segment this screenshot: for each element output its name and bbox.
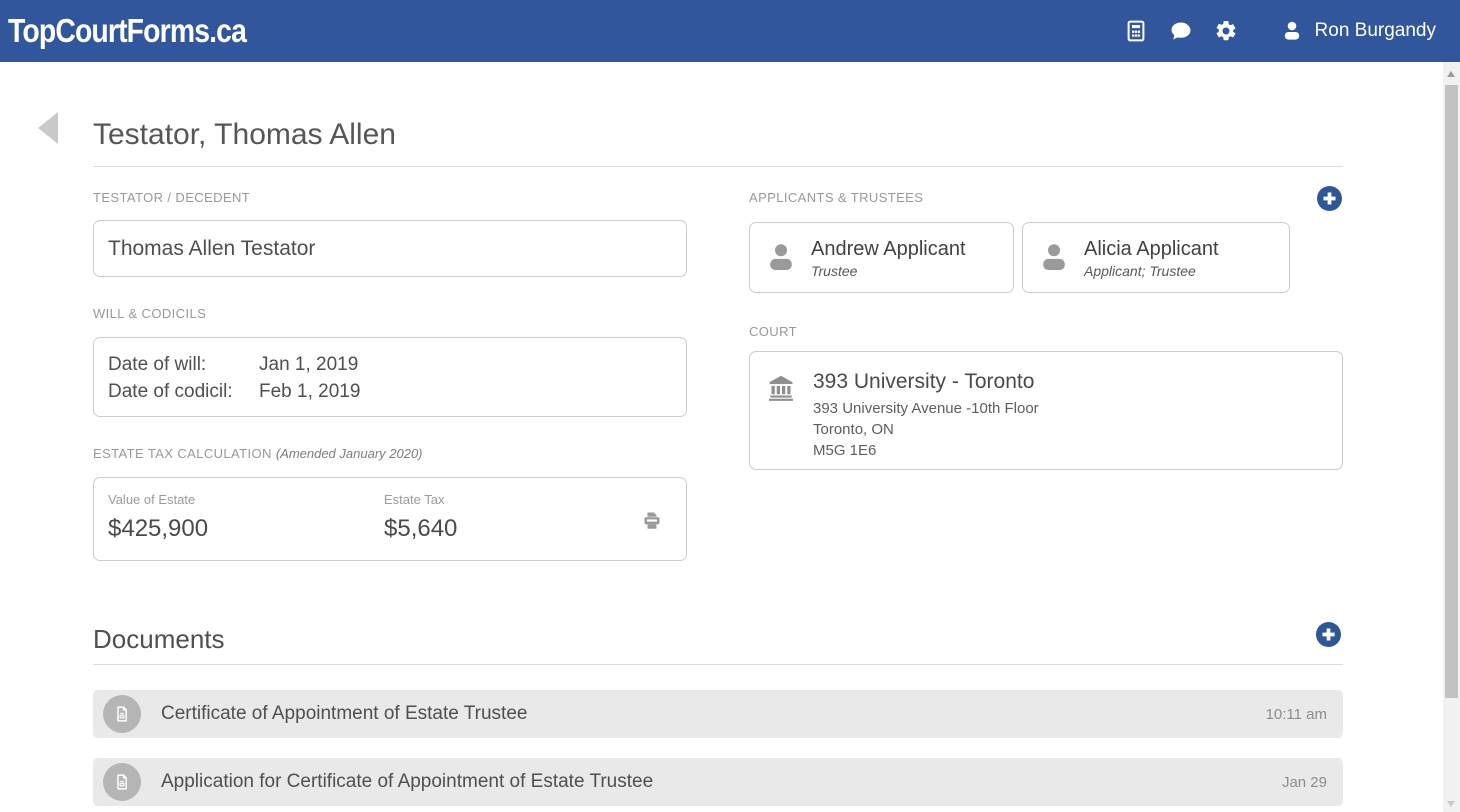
value-of-estate-amount: $425,900: [108, 515, 208, 543]
header-actions: Ron Burgandy: [1103, 19, 1436, 43]
testator-name-field[interactable]: Thomas Allen Testator: [93, 220, 687, 277]
user-name: Ron Burgandy: [1315, 20, 1436, 42]
court-address: 393 University Avenue -10th Floor Toront…: [813, 398, 1039, 461]
will-codicils-card[interactable]: Date of will: Jan 1, 2019 Date of codici…: [93, 337, 687, 417]
testator-section-label: TESTATOR / DECEDENT: [93, 190, 250, 205]
court-address-line1: 393 University Avenue -10th Floor: [813, 398, 1039, 419]
will-date-value: Jan 1, 2019: [259, 351, 358, 378]
document-row-application[interactable]: Application for Certificate of Appointme…: [93, 758, 1343, 806]
documents-title-underline: Documents: [93, 624, 1343, 665]
estate-tax-section-label: ESTATE TAX CALCULATION (Amended January …: [93, 446, 423, 461]
chat-icon[interactable]: [1169, 19, 1193, 43]
document-timestamp: 10:11 am: [1266, 706, 1327, 723]
user-menu[interactable]: Ron Burgandy: [1280, 19, 1436, 43]
page-title-underline: Testator, Thomas Allen: [93, 118, 1343, 167]
estate-tax-label-text: ESTATE TAX CALCULATION: [93, 446, 272, 461]
scroll-down-arrow-icon[interactable]: [1447, 801, 1455, 807]
codicil-date-label: Date of codicil:: [108, 378, 259, 405]
document-icon: [103, 695, 141, 733]
gear-icon[interactable]: [1214, 19, 1238, 43]
brand-logo[interactable]: TopCourtForms.ca: [8, 12, 246, 50]
court-name: 393 University - Toronto: [813, 370, 1039, 394]
will-date-row: Date of will: Jan 1, 2019: [108, 351, 686, 378]
court-section-label: COURT: [749, 324, 797, 339]
document-name: Application for Certificate of Appointme…: [161, 771, 1282, 793]
applicant-card-andrew[interactable]: Andrew Applicant Trustee: [749, 222, 1014, 293]
applicant-card-alicia[interactable]: Alicia Applicant Applicant; Trustee: [1022, 222, 1290, 293]
applicant-role: Applicant; Trustee: [1084, 263, 1219, 279]
estate-tax-amount: $5,640: [384, 515, 457, 543]
will-date-label: Date of will:: [108, 351, 259, 378]
estate-tax-card[interactable]: Value of Estate $425,900 Estate Tax $5,6…: [93, 477, 687, 561]
document-icon: [103, 763, 141, 801]
value-of-estate-label: Value of Estate: [108, 492, 208, 507]
court-text: 393 University - Toronto 393 University …: [813, 370, 1039, 469]
codicil-date-row: Date of codicil: Feb 1, 2019: [108, 378, 686, 405]
applicant-role: Trustee: [811, 263, 966, 279]
document-name: Certificate of Appointment of Estate Tru…: [161, 703, 1266, 725]
scroll-up-arrow-icon[interactable]: [1447, 71, 1455, 77]
courthouse-icon: [766, 373, 796, 403]
person-icon: [1036, 240, 1072, 276]
applicant-name: Alicia Applicant: [1084, 237, 1219, 261]
estate-tax-block: Estate Tax $5,640: [384, 492, 457, 543]
applicant-text: Alicia Applicant Applicant; Trustee: [1084, 237, 1219, 279]
document-timestamp: Jan 29: [1282, 774, 1327, 791]
scrollbar-thumb[interactable]: [1445, 85, 1458, 698]
app-header: TopCourtForms.ca: [0, 0, 1460, 62]
user-icon: [1280, 19, 1304, 43]
add-applicant-button[interactable]: [1317, 186, 1342, 211]
calculator-icon[interactable]: [1124, 19, 1148, 43]
applicants-section-label: APPLICANTS & TRUSTEES: [749, 190, 923, 205]
testator-name-value: Thomas Allen Testator: [108, 237, 315, 261]
estate-tax-amended-note: (Amended January 2020): [276, 446, 423, 461]
back-button[interactable]: [38, 112, 58, 144]
court-card[interactable]: 393 University - Toronto 393 University …: [749, 351, 1343, 470]
vertical-scrollbar[interactable]: [1443, 62, 1460, 812]
codicil-date-value: Feb 1, 2019: [259, 378, 360, 405]
page-title: Testator, Thomas Allen: [93, 118, 1343, 152]
document-row-certificate[interactable]: Certificate of Appointment of Estate Tru…: [93, 690, 1343, 738]
documents-title: Documents: [93, 624, 1343, 655]
print-icon[interactable]: [640, 509, 664, 533]
value-of-estate-block: Value of Estate $425,900: [108, 492, 208, 543]
estate-tax-label: Estate Tax: [384, 492, 457, 507]
court-address-line2: Toronto, ON: [813, 419, 1039, 440]
applicant-text: Andrew Applicant Trustee: [811, 237, 966, 279]
person-icon: [763, 240, 799, 276]
court-address-line3: M5G 1E6: [813, 440, 1039, 461]
applicant-name: Andrew Applicant: [811, 237, 966, 261]
will-section-label: WILL & CODICILS: [93, 306, 206, 321]
add-document-button[interactable]: [1316, 622, 1341, 647]
